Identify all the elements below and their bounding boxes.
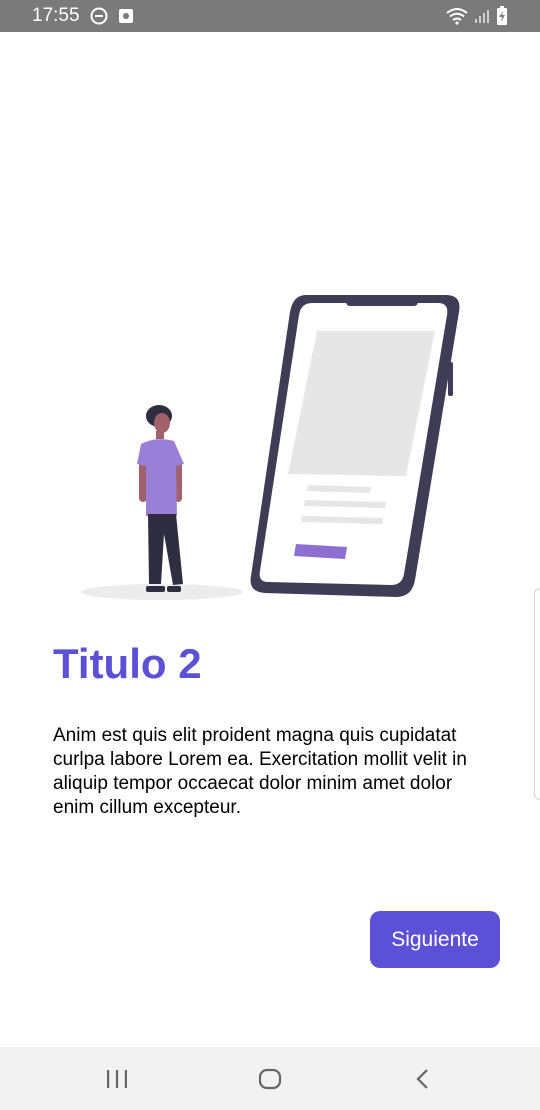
notification-icon — [118, 8, 134, 24]
phone-illustration — [250, 295, 460, 597]
onboarding-screen: 17:55 Titulo 2 Anim est quis elit proide… — [0, 0, 540, 1110]
next-button[interactable]: Siguiente — [370, 911, 500, 968]
back-icon — [416, 1068, 429, 1089]
battery-charging-icon — [496, 6, 508, 26]
signal-icon — [474, 8, 490, 24]
recent-apps-button[interactable] — [87, 1054, 147, 1104]
page-title: Titulo 2 — [53, 640, 202, 687]
edge-panel-handle[interactable] — [534, 588, 540, 800]
description-text: Anim est quis elit proident magna quis c… — [53, 725, 467, 818]
do-not-disturb-icon — [90, 7, 108, 25]
person-illustration — [137, 405, 184, 592]
home-icon — [258, 1068, 282, 1089]
home-button[interactable] — [240, 1054, 300, 1104]
recent-apps-icon — [106, 1069, 127, 1088]
back-button[interactable] — [393, 1054, 453, 1104]
status-right-group — [446, 6, 508, 26]
status-bar: 17:55 — [0, 0, 540, 32]
onboarding-illustration — [81, 295, 460, 600]
status-left-group: 17:55 — [32, 5, 134, 27]
wifi-icon — [446, 7, 468, 25]
navigation-bar — [0, 1047, 540, 1110]
status-time: 17:55 — [32, 5, 80, 26]
